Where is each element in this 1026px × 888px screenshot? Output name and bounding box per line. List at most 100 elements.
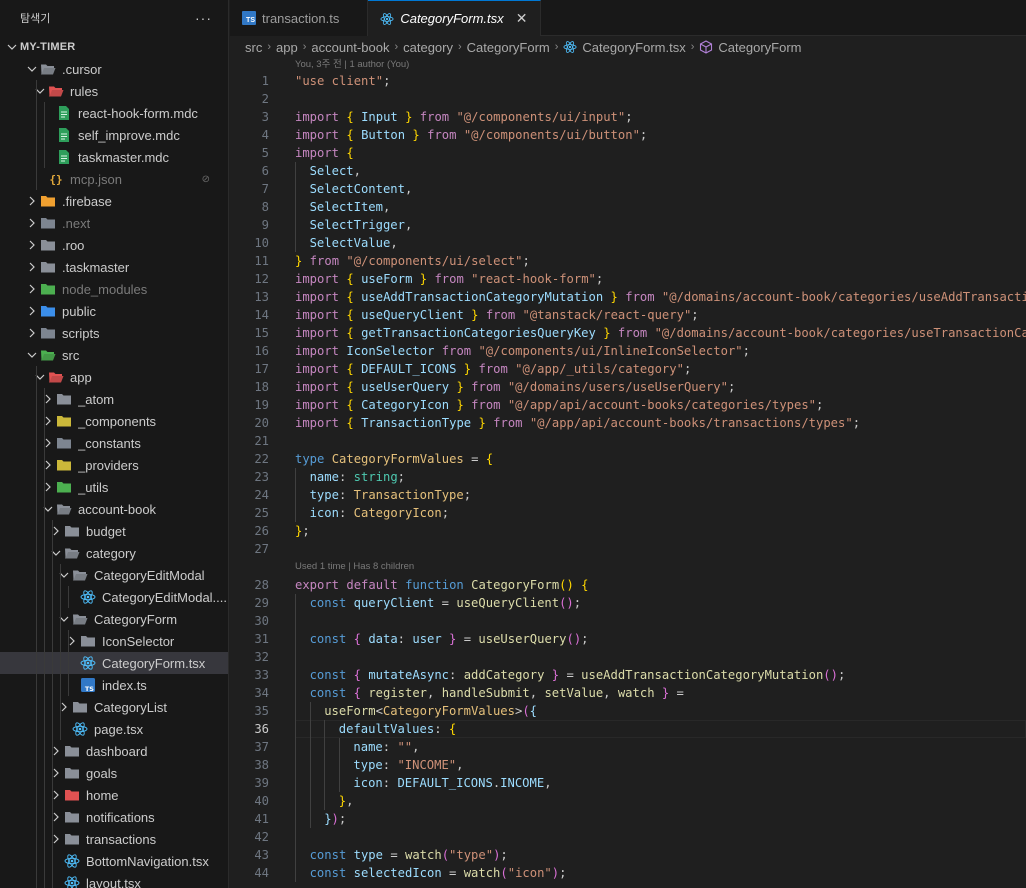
code-line[interactable]: 25 icon: CategoryIcon; xyxy=(230,504,1026,522)
breadcrumb-item[interactable]: CategoryForm.tsx xyxy=(563,40,686,55)
code-line[interactable]: 15 import { getTransactionCategoriesQuery… xyxy=(230,324,1026,342)
tree-folder-roo[interactable]: .roo xyxy=(0,234,228,256)
tree-folder-categorylist[interactable]: CategoryList xyxy=(0,696,228,718)
tree-folder-rules[interactable]: rules xyxy=(0,80,228,102)
tree-file-bottomnavigation-tsx[interactable]: BottomNavigation.tsx xyxy=(0,850,228,872)
breadcrumb-item[interactable]: CategoryForm xyxy=(699,40,801,55)
code-line[interactable]: 42 xyxy=(230,828,1026,846)
code-line[interactable]: 37 name: "", xyxy=(230,738,1026,756)
tree-file-layout-tsx[interactable]: layout.tsx xyxy=(0,872,228,888)
tree-folder-public[interactable]: public xyxy=(0,300,228,322)
code-line[interactable]: 22 type CategoryFormValues = { xyxy=(230,450,1026,468)
tree-folder-home[interactable]: home xyxy=(0,784,228,806)
code-line[interactable]: 28 export default function CategoryForm()… xyxy=(230,576,1026,594)
code-line[interactable]: 36 defaultValues: { xyxy=(230,720,1026,738)
code-line[interactable]: 39 icon: DEFAULT_ICONS.INCOME, xyxy=(230,774,1026,792)
code-line[interactable]: 9 SelectTrigger, xyxy=(230,216,1026,234)
tree-folder-scripts[interactable]: scripts xyxy=(0,322,228,344)
tab-transaction-ts[interactable]: TS transaction.ts xyxy=(230,0,369,36)
breadcrumb-item[interactable]: src xyxy=(245,40,262,55)
code-line[interactable]: 41}); xyxy=(230,810,1026,828)
code-line[interactable]: 19 import { CategoryIcon } from "@/app/ap… xyxy=(230,396,1026,414)
code-line[interactable]: 6 Select, xyxy=(230,162,1026,180)
code-line[interactable]: 16 import IconSelector from "@/components… xyxy=(230,342,1026,360)
code-line[interactable]: 35 useForm<CategoryFormValues>({ xyxy=(230,702,1026,720)
code-line[interactable]: 27 xyxy=(230,540,1026,558)
tree-file-react-hook-form-mdc[interactable]: react-hook-form.mdc xyxy=(0,102,228,124)
tree-folder-atom[interactable]: _atom xyxy=(0,388,228,410)
tree-file-index-ts[interactable]: TS index.ts xyxy=(0,674,228,696)
code-line[interactable]: 30 xyxy=(230,612,1026,630)
breadcrumb-item[interactable]: category xyxy=(403,40,453,55)
code-line[interactable]: 8 SelectItem, xyxy=(230,198,1026,216)
tree-folder-constants[interactable]: _constants xyxy=(0,432,228,454)
indent-guide xyxy=(36,718,37,740)
tree-folder-account-book[interactable]: account-book xyxy=(0,498,228,520)
code-token: = xyxy=(559,668,582,682)
breadcrumb-item[interactable]: app xyxy=(276,40,298,55)
tree-folder-dashboard[interactable]: dashboard xyxy=(0,740,228,762)
code-line[interactable]: 7 SelectContent, xyxy=(230,180,1026,198)
code-line[interactable]: 1 "use client"; xyxy=(230,72,1026,90)
svg-text:TS: TS xyxy=(85,685,94,693)
tree-folder-goals[interactable]: goals xyxy=(0,762,228,784)
tree-folder-next[interactable]: .next xyxy=(0,212,228,234)
tree-folder-node-modules[interactable]: node_modules xyxy=(0,278,228,300)
code-line[interactable]: 44 const selectedIcon = watch("icon"); xyxy=(230,864,1026,882)
tree-folder-categoryform[interactable]: CategoryForm xyxy=(0,608,228,630)
close-tab-icon[interactable]: ✕ xyxy=(514,10,530,27)
code-line[interactable]: 24 type: TransactionType; xyxy=(230,486,1026,504)
code-line[interactable]: 31 const { data: user } = useUserQuery(); xyxy=(230,630,1026,648)
tree-folder-firebase[interactable]: .firebase xyxy=(0,190,228,212)
tree-folder-src[interactable]: src xyxy=(0,344,228,366)
tree-folder-taskmaster[interactable]: .taskmaster xyxy=(0,256,228,278)
tree-file-categoryform-tsx[interactable]: CategoryForm.tsx xyxy=(0,652,228,674)
code-line[interactable]: 2 xyxy=(230,90,1026,108)
tree-folder-categoryeditmodal[interactable]: CategoryEditModal xyxy=(0,564,228,586)
code-line[interactable]: 13 import { useAddTransactionCategoryMuta… xyxy=(230,288,1026,306)
more-actions-icon[interactable]: ··· xyxy=(195,10,212,26)
code-line[interactable]: 12 import { useForm } from "react-hook-fo… xyxy=(230,270,1026,288)
code-editor[interactable]: You, 3주 전 | 1 author (You) 1 "use client";… xyxy=(230,58,1026,888)
code-line[interactable]: 29 const queryClient = useQueryClient(); xyxy=(230,594,1026,612)
tree-folder-category[interactable]: category xyxy=(0,542,228,564)
code-line[interactable]: 3 import { Input } from "@/components/ui/… xyxy=(230,108,1026,126)
tree-folder-budget[interactable]: budget xyxy=(0,520,228,542)
breadcrumb-item[interactable]: account-book xyxy=(311,40,389,55)
tree-file-mcp-json[interactable]: {} mcp.json ⊘ xyxy=(0,168,228,190)
code-line[interactable]: 11} from "@/components/ui/select"; xyxy=(230,252,1026,270)
code-line[interactable]: 14 import { useQueryClient } from "@tanst… xyxy=(230,306,1026,324)
tree-folder-iconselector[interactable]: IconSelector xyxy=(0,630,228,652)
tree-folder-notifications[interactable]: notifications xyxy=(0,806,228,828)
tree-file-categoryeditmodal[interactable]: CategoryEditModal.... xyxy=(0,586,228,608)
code-lens[interactable]: Used 1 time | Has 8 children xyxy=(230,558,1026,576)
git-blame-annotation[interactable]: You, 3주 전 | 1 author (You) xyxy=(230,58,1026,72)
tree-folder-transactions[interactable]: transactions xyxy=(0,828,228,850)
code-line[interactable]: 21 xyxy=(230,432,1026,450)
code-line[interactable]: 34 const { register, handleSubmit, setVal… xyxy=(230,684,1026,702)
code-line[interactable]: 4 import { Button } from "@/components/ui… xyxy=(230,126,1026,144)
code-line[interactable]: 10 SelectValue, xyxy=(230,234,1026,252)
tree-file-taskmaster-mdc[interactable]: taskmaster.mdc xyxy=(0,146,228,168)
code-line[interactable]: 26}; xyxy=(230,522,1026,540)
tab-categoryform-tsx[interactable]: CategoryForm.tsx ✕ xyxy=(368,0,541,36)
tree-folder-components[interactable]: _components xyxy=(0,410,228,432)
code-line[interactable]: 40}, xyxy=(230,792,1026,810)
breadcrumb-item[interactable]: CategoryForm xyxy=(467,40,550,55)
tree-file-self-improve-mdc[interactable]: self_improve.mdc xyxy=(0,124,228,146)
tree-folder-providers[interactable]: _providers xyxy=(0,454,228,476)
tree-folder-utils[interactable]: _utils xyxy=(0,476,228,498)
workspace-root[interactable]: MY-TIMER xyxy=(0,36,228,58)
code-line[interactable]: 20 import { TransactionType } from "@/app… xyxy=(230,414,1026,432)
code-line[interactable]: 43 const type = watch("type"); xyxy=(230,846,1026,864)
tree-file-page-tsx[interactable]: page.tsx xyxy=(0,718,228,740)
code-line[interactable]: 5 import { xyxy=(230,144,1026,162)
code-line[interactable]: 33 const { mutateAsync: addCategory } = u… xyxy=(230,666,1026,684)
code-line[interactable]: 17 import { DEFAULT_ICONS } from "@/app/_… xyxy=(230,360,1026,378)
code-line[interactable]: 38 type: "INCOME", xyxy=(230,756,1026,774)
tree-folder-app[interactable]: app xyxy=(0,366,228,388)
tree-folder-cursor[interactable]: .cursor xyxy=(0,58,228,80)
code-line[interactable]: 23 name: string; xyxy=(230,468,1026,486)
code-line[interactable]: 18 import { useUserQuery } from "@/domain… xyxy=(230,378,1026,396)
code-line[interactable]: 32 xyxy=(230,648,1026,666)
